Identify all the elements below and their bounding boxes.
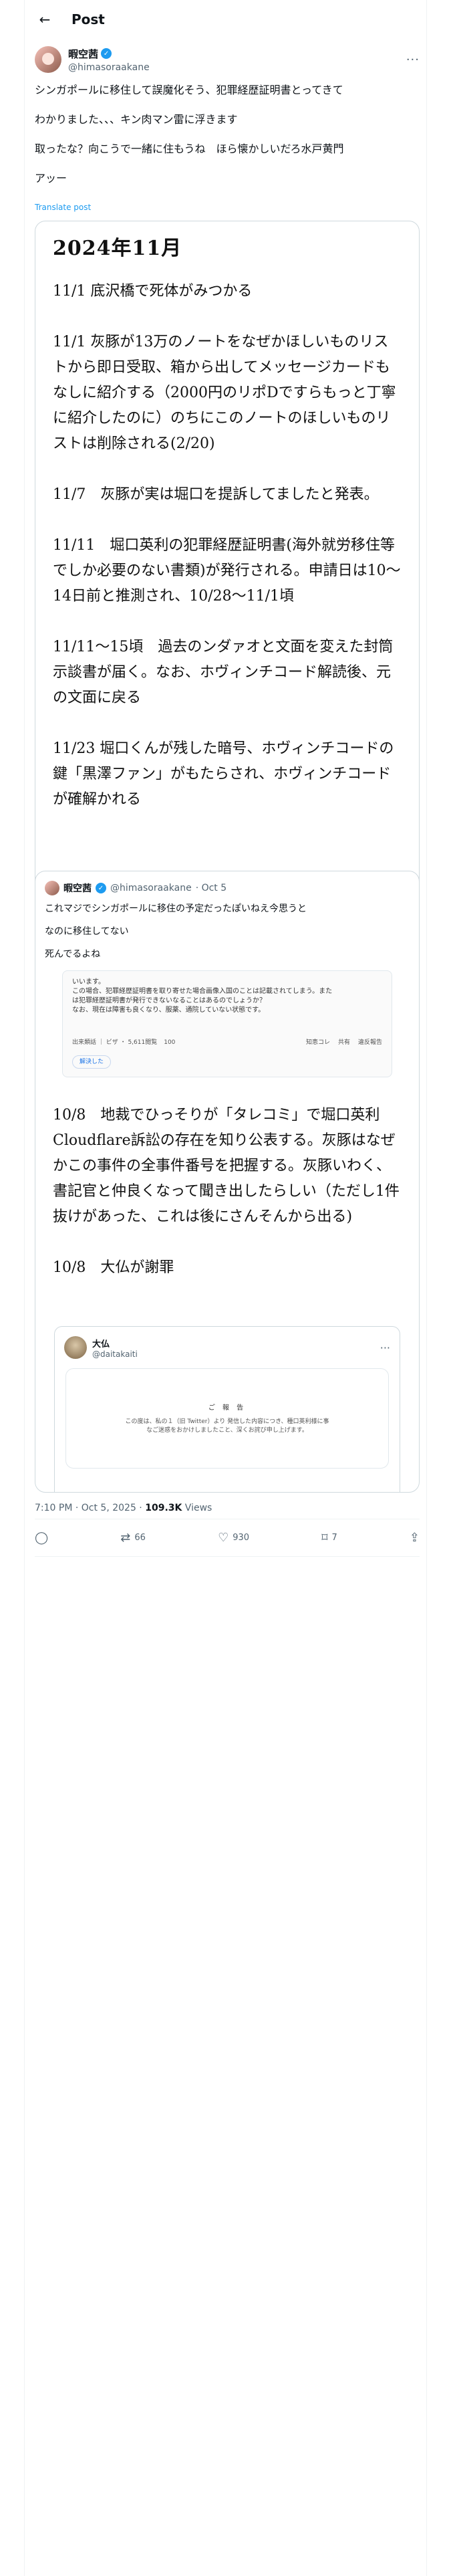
notice-image: ご 報 告 この度は、私の１（旧 Twitter）より 発信した内容につき、種口… [65,1368,389,1469]
post-text: シンガポールに移住して誤魔化そう、犯罪経歴証明書とってきて わかりました、、、キ… [35,83,420,201]
share-icon: ⇪ [409,1530,420,1545]
post-timestamp: 7:10 PM · Oct 5, 2025 · 109.3K Views [35,1503,212,1513]
views-label: Views [182,1503,212,1513]
view-count: 109.3K [145,1503,182,1513]
post-time[interactable]: 7:10 PM · Oct 5, 2025 · [35,1503,145,1513]
top-bar: ← Post [25,0,426,39]
quoted-line: 死んでるよね [45,949,101,960]
timeline-entry: 11/11 堀口英利の犯罪経歴証明書(海外就労移住等でしか必要のない書類)が発行… [53,537,401,605]
quoted-author-handle: @himasoraakane [110,883,192,893]
qa-line: なお、現在は障害も良くなり、服薬、通院していない状態です。 [72,1006,265,1014]
notice-line: この度は、私の１（旧 Twitter）より 発信した内容につき、種口英利様に事 [125,1418,329,1425]
bookmark-button[interactable]: ⌑ 7 [321,1531,337,1545]
notice-line: なご迷惑をおかけしましたこと、深くお詫び申し上げます。 [146,1427,308,1434]
qa-resolved-badge: 解決した [72,1055,112,1069]
divider [35,1556,420,1557]
more-horizontal-icon: ··· [380,1341,390,1354]
timeline-entry: 11/1 底沢橋で死体がみつかる [53,283,253,300]
author-names: 暇空茜 ✓ @himasoraakane [68,47,150,73]
embedded-post-header: 大仏 @daitakaiti ··· [55,1327,400,1363]
verified-badge-icon: ✓ [101,48,112,59]
qa-badge: 100 [164,1039,176,1046]
post-line: シンガポールに移住して誤魔化そう、犯罪経歴証明書とってきて [35,84,343,96]
quoted-post[interactable]: 暇空茜 ✓ @himasoraakane · Oct 5 これマジでシンガポール… [35,871,420,1493]
timeline-entry: 10/8 地裁でひっそりが「タレコミ」で堀口英利Cloudflare訴訟の存在を… [53,1107,400,1225]
quoted-line: なのに移住してない [45,926,129,937]
avatar [64,1336,87,1359]
post-line: アッー [35,172,67,185]
timeline-entry: 10/8 大仏が謝罪 [53,1259,174,1276]
reply-icon: ◯ [35,1530,49,1545]
post-image-text: 2024年11月 11/1 底沢橋で死体がみつかる 11/1 灰豚が13万のノー… [35,221,419,813]
verified-badge-icon: ✓ [96,883,106,893]
post-line: わかりました、、、キン肉マン雷に浮きます [35,113,238,126]
timeline-entry: 11/1 灰豚が13万のノートをなぜかほしいものリストから即日受取、箱から出して… [53,334,396,452]
embedded-author: 大仏 @daitakaiti [92,1337,138,1359]
qa-action: 共有 [337,1039,350,1046]
quoted-line: これマジでシンガポールに移住の予定だったぽいねえ今思うと [45,903,307,914]
heart-icon: ♡ [218,1530,229,1545]
translate-post-link[interactable]: Translate post [35,203,91,212]
embedded-author-name: 大仏 [92,1339,110,1350]
qa-action: 知恵コレ [305,1039,330,1046]
qa-meta: 出来類話 ｜ ビザ ・ 5,611閲覧 100 知恵コレ 共有 違反報告 [72,1038,382,1047]
post-line: 取ったな？向こうで一緒に住もうね ほら懐かしいだろ水戸黄門 [35,142,344,155]
qa-line: は犯罪経歴証明書が発行できないなることはあるのでしょうか？ [72,997,266,1004]
reply-button[interactable]: ◯ [35,1531,48,1545]
more-horizontal-icon[interactable]: ··· [406,53,420,67]
qa-line: いいます。 [72,978,105,986]
timeline-entry: 11/11～15頃 過去のンダァオと文面を変えた封筒示談書が届く。なお、ホヴィン… [53,639,394,706]
qa-screenshot: いいます。 この場合、犯罪経歴証明書を取り寄せた場合画像入国のことは記載されてし… [62,970,392,1077]
qa-actions: 知恵コレ 共有 違反報告 [306,1038,382,1047]
avatar[interactable] [35,46,61,73]
action-bar: ◯ ⇄ 66 ♡ 930 ⌑ 7 ⇪ [35,1519,420,1555]
repost-button[interactable]: ⇄ 66 [120,1531,146,1545]
quoted-post-header: 暇空茜 ✓ @himasoraakane · Oct 5 [35,871,419,898]
embedded-post-screenshot: 大仏 @daitakaiti ··· ご 報 告 この度は、私の１（旧 Twit… [54,1326,400,1492]
image-heading: 2024年11月 [53,237,182,260]
notice-title: ご 報 告 [208,1404,247,1412]
bookmark-icon: ⌑ [321,1530,328,1545]
repost-icon: ⇄ [120,1530,131,1545]
like-count: 930 [233,1532,250,1543]
quoted-author-name: 暇空茜 [63,883,92,894]
quoted-image-text: 10/8 地裁でひっそりが「タレコミ」で堀口英利Cloudflare訴訟の存在を… [35,1077,419,1281]
like-button[interactable]: ♡ 930 [218,1531,249,1545]
arrow-left-icon[interactable]: ← [33,7,57,31]
quoted-post-date: · Oct 5 [195,883,227,893]
qa-category: 出来類話 ｜ ビザ ・ 5,611閲覧 [72,1039,158,1046]
author-name[interactable]: 暇空茜 [68,47,98,61]
embedded-author-handle: @daitakaiti [92,1349,138,1359]
qa-line: この場合、犯罪経歴証明書を取り寄せた場合画像入国のことは記載されてしまう。また [72,988,333,995]
avatar [45,881,59,895]
quoted-post-text: これマジでシンガポールに移住の予定だったぽいねえ今思うと なのに移住してない 死… [35,902,419,961]
frame-border-left [24,0,25,2576]
timeline-entry: 11/23 堀口くんが残した暗号、ホヴィンチコードの鍵「黒澤ファン」がもたらされ… [53,740,394,808]
qa-action: 違反報告 [357,1039,382,1046]
page-title: Post [71,11,105,27]
frame-border-right [426,0,427,2576]
post-author: 暇空茜 ✓ @himasoraakane ··· [35,44,420,75]
author-name-row: 暇空茜 ✓ [68,47,150,61]
bookmark-count: 7 [331,1532,337,1543]
share-button[interactable]: ⇪ [410,1531,420,1545]
repost-count: 66 [134,1532,146,1543]
timeline-entry: 11/7 灰豚が実は堀口を提訴してましたと発表。 [53,486,379,503]
author-handle[interactable]: @himasoraakane [68,62,150,73]
